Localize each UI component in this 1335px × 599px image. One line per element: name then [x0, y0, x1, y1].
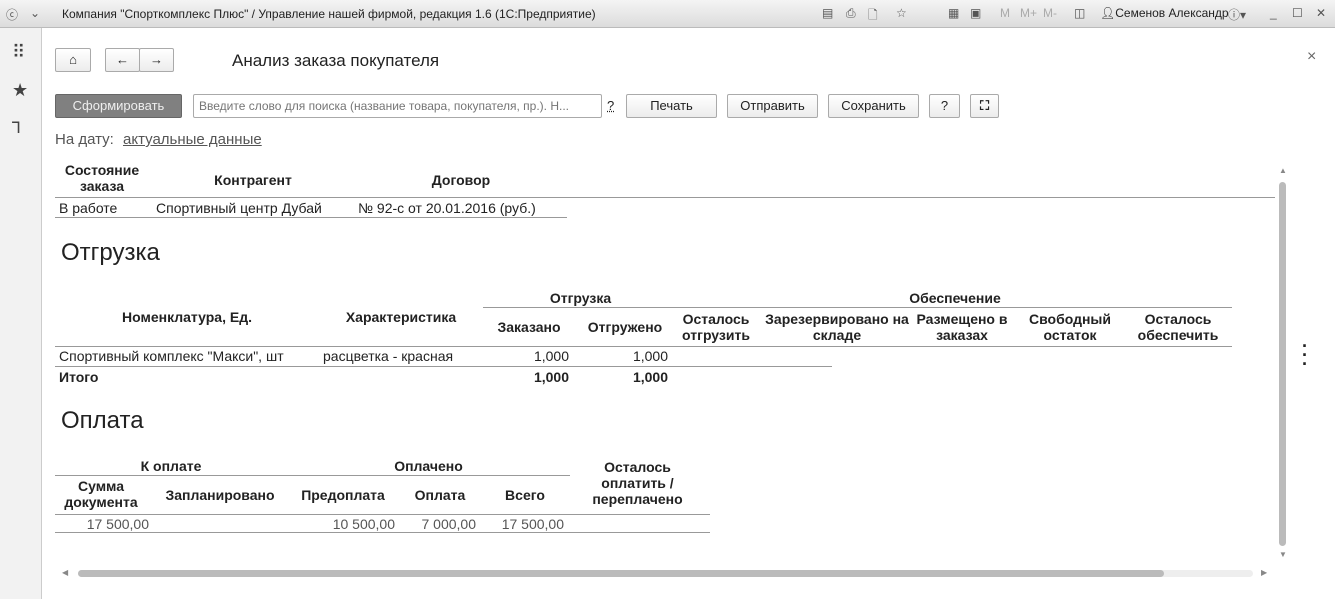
row-ordered: 1,000 — [533, 348, 569, 364]
header-contract: Договор — [431, 172, 491, 188]
print-icon[interactable]: ⎙ — [846, 6, 856, 21]
divider — [55, 197, 1275, 198]
title-bar: ⓒ ⌄ Компания "Спорткомплекс Плюс" / Упра… — [0, 0, 1335, 28]
date-label: На дату: — [55, 131, 114, 148]
total-ordered: 1,000 — [533, 369, 569, 385]
calendar-icon[interactable]: ▣ — [970, 6, 981, 20]
date-value-link[interactable]: актуальные данные — [123, 131, 262, 148]
home-icon: ⌂ — [69, 52, 77, 67]
row-shipped: 1,000 — [632, 348, 668, 364]
panels-icon[interactable]: ◫ — [1074, 6, 1085, 20]
m-minus-button[interactable]: M- — [1043, 6, 1057, 20]
header-planned: Запланировано — [165, 487, 275, 503]
payment-title: Оплата — [61, 407, 144, 434]
header-free: Свободный остаток — [1028, 311, 1111, 343]
row-prepay: 10 500,00 — [332, 516, 395, 532]
order-contract: № 92-с от 20.01.2016 (руб.) — [358, 200, 536, 216]
maximize-icon[interactable]: ☐ — [1292, 6, 1303, 20]
user-name[interactable]: 👤︎Семенов Александр — [1100, 6, 1229, 20]
send-button[interactable]: Отправить — [727, 94, 818, 118]
info-icon[interactable]: ⓘ▾ — [1228, 6, 1246, 23]
header-left-to-ship: Осталось отгрузить — [682, 311, 750, 343]
window-title: Компания "Спорткомплекс Плюс" / Управлен… — [62, 7, 596, 21]
scroll-left-icon[interactable]: ◀ — [62, 568, 68, 577]
total-label: Итого — [59, 369, 99, 385]
header-characteristic: Характеристика — [345, 309, 457, 325]
user-label: Семенов Александр — [1115, 6, 1229, 20]
expand-icon: ⛶ — [979, 98, 990, 113]
header-paid: Оплачено — [394, 458, 463, 474]
order-counterparty: Спортивный центр Дубай — [156, 200, 322, 216]
header-doc-sum: Сумма документа — [64, 478, 138, 510]
vertical-scrollbar[interactable] — [1279, 182, 1286, 546]
scroll-up-icon[interactable]: ▲ — [1279, 166, 1287, 175]
divider — [55, 475, 570, 476]
arrow-right-icon: → — [150, 52, 163, 67]
home-button[interactable]: ⌂ — [55, 48, 91, 72]
order-state: В работе — [59, 200, 118, 216]
header-shipped: Отгружено — [587, 319, 663, 335]
help-button[interactable]: ? — [929, 94, 960, 118]
horizontal-scrollbar[interactable] — [78, 570, 1164, 577]
preview-icon[interactable]: 🗋 — [868, 6, 878, 27]
header-group-shipment: Отгрузка — [549, 290, 612, 306]
header-total: Всего — [505, 487, 545, 503]
row-item: Спортивный комплекс "Макси", шт — [59, 348, 284, 364]
scroll-down-icon[interactable]: ▼ — [1279, 550, 1287, 559]
search-input[interactable] — [193, 94, 602, 118]
close-window-icon[interactable]: ✕ — [1316, 6, 1326, 20]
row-total: 17 500,00 — [501, 516, 564, 532]
scroll-right-icon[interactable]: ▶ — [1261, 568, 1267, 577]
close-form-button[interactable]: × — [1307, 48, 1316, 66]
row-characteristic: расцветка - красная — [323, 348, 454, 364]
m-button[interactable]: M — [1000, 6, 1010, 20]
print-button[interactable]: Печать — [626, 94, 717, 118]
minimize-icon[interactable]: _ — [1270, 6, 1277, 20]
m-plus-button[interactable]: M+ — [1020, 6, 1037, 20]
app-logo-icon[interactable]: ⓒ — [6, 6, 18, 23]
header-remain: Осталось оплатить / переплачено — [592, 459, 683, 507]
save-button[interactable]: Сохранить — [828, 94, 919, 118]
page-title: Анализ заказа покупателя — [232, 51, 440, 70]
favorites-star-icon[interactable]: ★ — [12, 80, 28, 101]
generate-button[interactable]: Сформировать — [55, 94, 182, 118]
header-pay: Оплата — [414, 487, 466, 503]
header-reserved: Зарезервировано на складе — [765, 311, 909, 343]
row-pay: 7 000,00 — [421, 516, 477, 532]
header-left-to-provide: Осталось обеспечить — [1137, 311, 1219, 343]
sidebar: ⠿ ★ ⅂ — [0, 28, 42, 599]
save-icon[interactable]: ▤ — [822, 6, 833, 20]
header-counterparty: Контрагент — [214, 172, 292, 188]
favorite-icon[interactable]: ☆ — [896, 6, 907, 20]
row-doc-sum: 17 500,00 — [86, 516, 149, 532]
user-icon: 👤︎ — [1100, 6, 1116, 20]
main-menu-icon[interactable]: ⌄ — [30, 6, 40, 20]
shipment-title: Отгрузка — [61, 239, 160, 266]
fullscreen-button[interactable]: ⛶ — [970, 94, 999, 118]
divider — [483, 307, 1232, 308]
header-group-provision: Обеспечение — [909, 290, 1001, 306]
header-order-state: Состояние заказа — [64, 162, 140, 194]
search-help-link[interactable]: ? — [607, 98, 614, 113]
apps-grid-icon[interactable]: ⠿ — [12, 42, 25, 63]
history-scroll-icon[interactable]: ⅂ — [12, 118, 21, 138]
forward-button[interactable]: → — [139, 48, 174, 72]
header-ordered: Заказано — [497, 319, 561, 335]
divider — [55, 532, 710, 533]
divider — [55, 217, 567, 218]
calculator-icon[interactable]: ▦ — [948, 6, 959, 20]
header-to-pay: К оплате — [140, 458, 202, 474]
arrow-left-icon: ← — [116, 52, 129, 67]
divider — [55, 366, 832, 367]
header-placed: Размещено в заказах — [916, 311, 1008, 343]
header-item: Номенклатура, Ед. — [122, 309, 252, 325]
header-prepay: Предоплата — [301, 487, 385, 503]
total-shipped: 1,000 — [632, 369, 668, 385]
more-actions-icon[interactable]: · · · — [1302, 337, 1308, 373]
back-button[interactable]: ← — [105, 48, 140, 72]
